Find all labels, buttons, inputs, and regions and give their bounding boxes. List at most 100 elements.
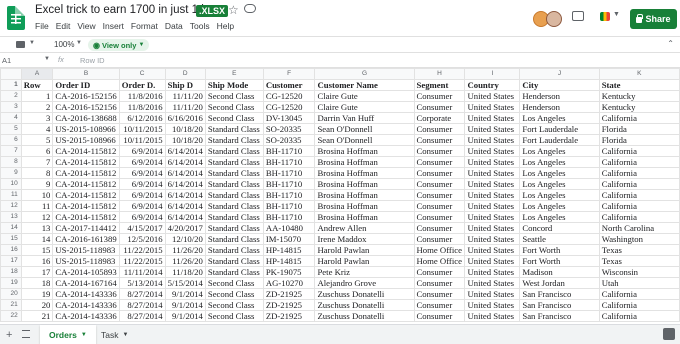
cell[interactable]: Standard Class (204, 145, 264, 157)
cell[interactable]: BH-11710 (262, 145, 316, 157)
column-header[interactable]: K (598, 68, 680, 80)
cell[interactable]: United States (464, 277, 521, 289)
cell[interactable]: Brosina Hoffman (314, 211, 415, 223)
cell[interactable]: 10/11/2015 (118, 134, 166, 146)
cell[interactable]: Zuschuss Donatelli (314, 310, 415, 322)
cell[interactable]: 5/13/2014 (118, 277, 166, 289)
cell[interactable]: Los Angeles (519, 189, 600, 201)
cell[interactable]: Fort Lauderdale (519, 123, 600, 135)
cell[interactable]: CG-12520 (262, 90, 316, 102)
cell[interactable]: Consumer (413, 134, 466, 146)
cell[interactable]: California (598, 299, 680, 311)
cell[interactable]: 20 (20, 299, 54, 311)
cell[interactable]: 12/5/2016 (118, 233, 166, 245)
cell[interactable]: Madison (519, 266, 600, 278)
cell[interactable]: 6/9/2014 (118, 211, 166, 223)
cell[interactable]: Standard Class (204, 123, 264, 135)
cell[interactable]: 11 (20, 200, 54, 212)
cell[interactable]: Ship D (164, 79, 206, 91)
cell[interactable]: Standard Class (204, 156, 264, 168)
menu-item-data[interactable]: Data (165, 21, 183, 31)
cell[interactable]: DV-13045 (262, 112, 316, 124)
cell[interactable]: Standard Class (204, 189, 264, 201)
column-header[interactable]: I (464, 68, 521, 80)
sheet-table[interactable]: ABCDEFGHIJK 1 Row Order ID Order D. Ship D Sh… (0, 68, 680, 322)
cell[interactable]: 11/26/20 (164, 255, 206, 267)
cell[interactable]: CA-2014-115812 (52, 167, 120, 179)
cell[interactable]: Brosina Hoffman (314, 178, 415, 190)
cell[interactable]: California (598, 211, 680, 223)
cell[interactable]: ZD-21925 (262, 288, 316, 300)
cell[interactable]: Second Class (204, 277, 264, 289)
cell[interactable]: BH-11710 (262, 156, 316, 168)
cell[interactable]: CA-2014-167164 (52, 277, 120, 289)
cell[interactable]: Seattle (519, 233, 600, 245)
cell[interactable]: United States (464, 310, 521, 322)
cell[interactable]: Consumer (413, 101, 466, 113)
chevron-up-icon[interactable]: ⌃ (667, 39, 674, 48)
cell[interactable]: Darrin Van Huff (314, 112, 415, 124)
cell[interactable]: Ship Mode (204, 79, 264, 91)
cell[interactable]: 6/14/2014 (164, 178, 206, 190)
comment-icon[interactable] (572, 11, 584, 21)
cell[interactable]: SO-20335 (262, 134, 316, 146)
cell[interactable]: California (598, 200, 680, 212)
cell[interactable]: 6 (20, 145, 54, 157)
sheets-logo-icon[interactable] (7, 6, 25, 30)
cell[interactable]: CA-2014-115812 (52, 178, 120, 190)
name-box[interactable]: A1 (2, 56, 11, 65)
column-header[interactable]: J (519, 68, 600, 80)
cell[interactable]: CA-2014-143336 (52, 288, 120, 300)
cell[interactable]: Order ID (52, 79, 120, 91)
cell[interactable]: United States (464, 156, 521, 168)
cell[interactable]: Consumer (413, 288, 466, 300)
cell[interactable]: CG-12520 (262, 101, 316, 113)
cell[interactable]: Second Class (204, 101, 264, 113)
row-header[interactable]: 10 (0, 178, 22, 190)
explore-icon[interactable] (663, 328, 675, 340)
star-icon[interactable]: ☆ (228, 3, 239, 17)
cell[interactable]: 11/18/20 (164, 266, 206, 278)
cell[interactable]: United States (464, 233, 521, 245)
cell[interactable]: Consumer (413, 299, 466, 311)
row-header[interactable]: 11 (0, 189, 22, 201)
row-header[interactable]: 19 (0, 277, 22, 289)
share-button[interactable]: Share (630, 9, 677, 29)
cell[interactable]: 2 (20, 101, 54, 113)
menu-item-file[interactable]: File (35, 21, 49, 31)
cell[interactable]: Claire Gute (314, 90, 415, 102)
cell[interactable]: Standard Class (204, 211, 264, 223)
cell[interactable]: Los Angeles (519, 211, 600, 223)
cell[interactable]: 1 (20, 90, 54, 102)
cell[interactable]: Pete Kriz (314, 266, 415, 278)
row-header[interactable]: 14 (0, 222, 22, 234)
cell[interactable]: Los Angeles (519, 112, 600, 124)
select-all-corner[interactable] (0, 68, 22, 80)
cell[interactable]: Home Office (413, 255, 466, 267)
spreadsheet-grid[interactable]: ABCDEFGHIJK 1 Row Order ID Order D. Ship D Sh… (0, 68, 680, 322)
cell[interactable]: Brosina Hoffman (314, 167, 415, 179)
cell[interactable]: 12 (20, 211, 54, 223)
cell[interactable]: CA-2014-115812 (52, 156, 120, 168)
row-header[interactable]: 3 (0, 101, 22, 113)
cell[interactable]: San Francisco (519, 288, 600, 300)
cell[interactable]: Consumer (413, 167, 466, 179)
cell[interactable]: United States (464, 167, 521, 179)
cell[interactable]: Concord (519, 222, 600, 234)
row-header[interactable]: 17 (0, 255, 22, 267)
cell[interactable]: CA-2016-152156 (52, 101, 120, 113)
cell[interactable]: Second Class (204, 299, 264, 311)
cell[interactable]: Standard Class (204, 222, 264, 234)
cell[interactable]: City (519, 79, 600, 91)
cell[interactable]: 7 (20, 156, 54, 168)
row-header[interactable]: 2 (0, 90, 22, 102)
column-header[interactable]: E (204, 68, 264, 80)
cell[interactable]: 6/14/2014 (164, 211, 206, 223)
cell[interactable]: 6/9/2014 (118, 145, 166, 157)
cell[interactable]: Florida (598, 134, 680, 146)
cell[interactable]: 9/1/2014 (164, 299, 206, 311)
column-header[interactable]: D (164, 68, 206, 80)
cell[interactable]: United States (464, 266, 521, 278)
formula-input[interactable]: Row ID (80, 56, 105, 65)
chevron-down-icon[interactable]: ▼ (44, 56, 50, 62)
